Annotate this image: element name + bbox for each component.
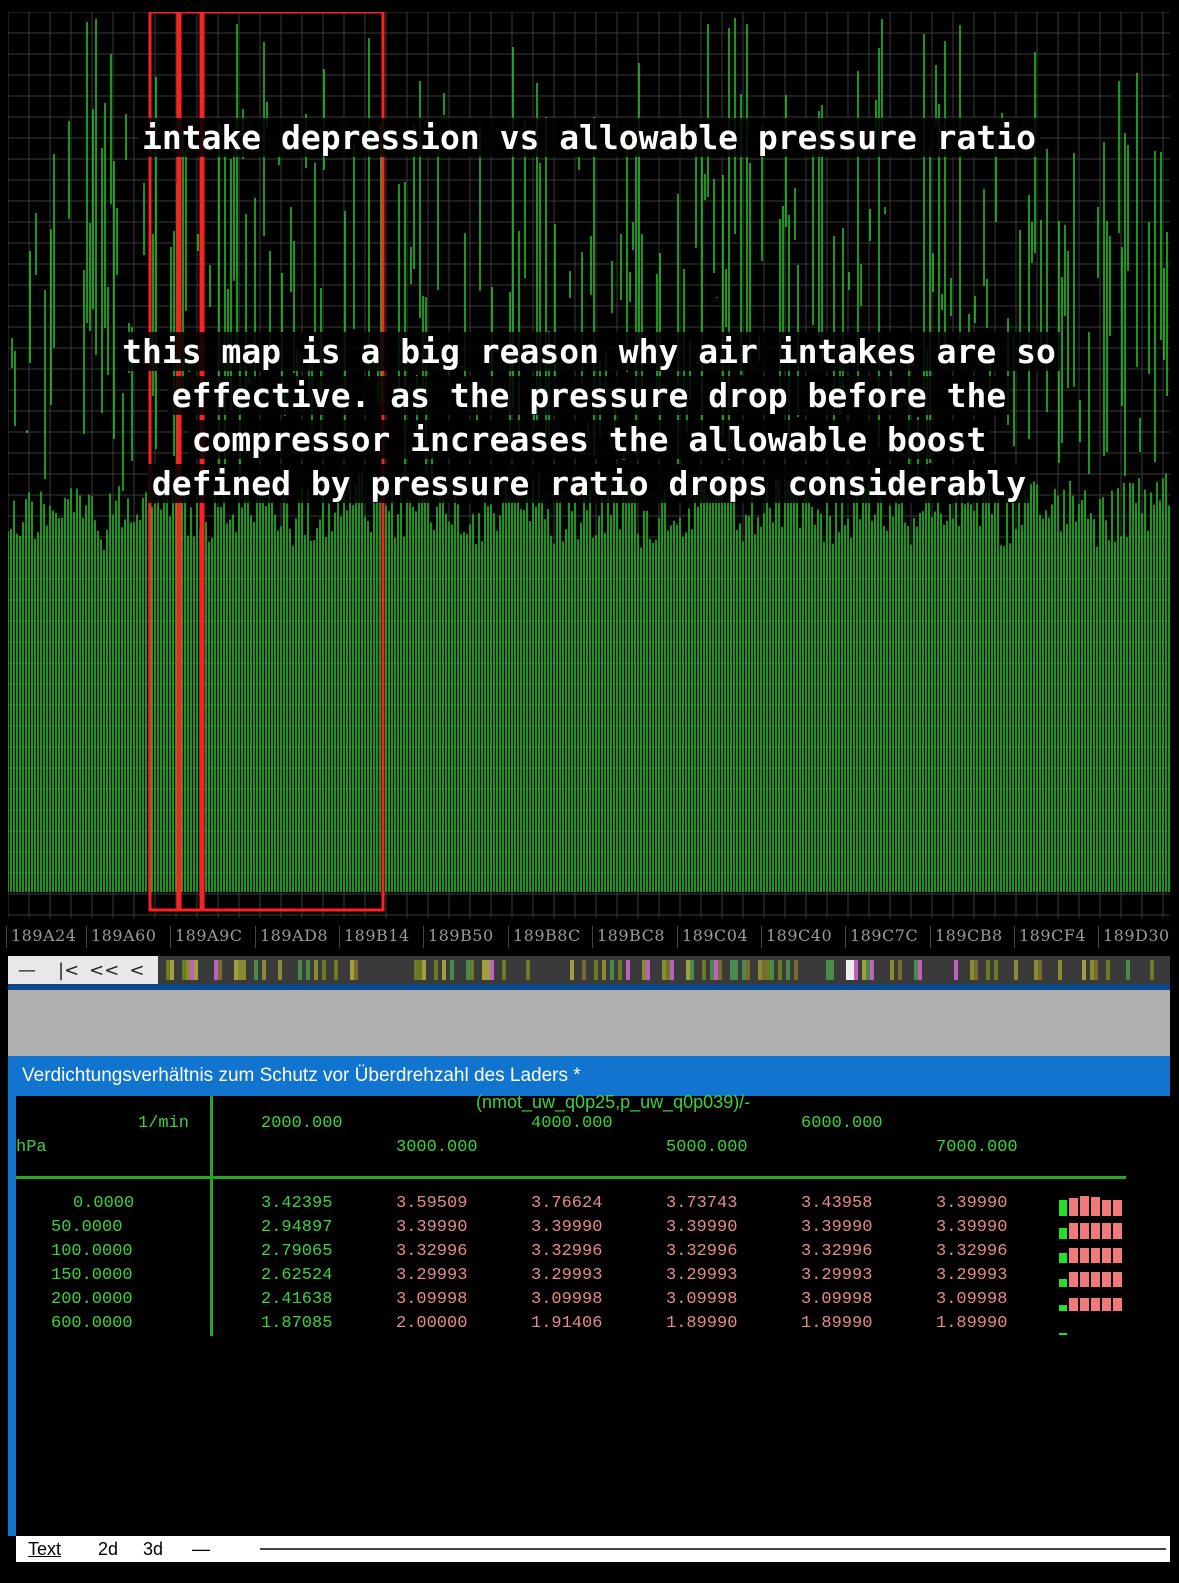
map-cell[interactable]: 2.62524: [261, 1266, 332, 1285]
nav-buttons: — |< << <: [8, 956, 158, 984]
row-axis-value: 50.0000: [51, 1218, 123, 1237]
row-axis-value: 600.0000: [51, 1314, 133, 1333]
address-label: 189A60: [86, 926, 156, 948]
row-axis-value: 0.0000: [73, 1194, 135, 1213]
address-ruler: 189A24 189A60 189A9C 189AD8 189B14 189B5…: [0, 918, 1179, 950]
address-label: 189CB8: [930, 926, 1003, 948]
x-axis-label: 7000.000: [936, 1138, 1018, 1157]
x-axis-label: 3000.000: [396, 1138, 478, 1157]
map-cell[interactable]: 3.39990: [936, 1218, 1007, 1237]
map-cell[interactable]: 3.43958: [801, 1194, 872, 1213]
map-table: (nmot_uw_q0p25,p_uw_q0p039)/- 1/min hPa …: [8, 1092, 1170, 1536]
map-cell[interactable]: 3.09998: [666, 1290, 737, 1309]
address-label: 189C7C: [845, 926, 918, 948]
address-label: 189C40: [761, 926, 832, 948]
map-cell[interactable]: 3.29993: [531, 1266, 602, 1285]
address-label: 189A24: [6, 926, 76, 948]
tab-2d[interactable]: 2d: [98, 1539, 118, 1560]
row-indicator: [1059, 1244, 1124, 1263]
address-label: 189D30: [1098, 926, 1170, 948]
map-cell[interactable]: 3.39990: [801, 1218, 872, 1237]
map-cell[interactable]: 3.29993: [666, 1266, 737, 1285]
map-cell[interactable]: 1.89990: [666, 1314, 737, 1333]
x-axis-label: 4000.000: [531, 1114, 613, 1133]
map-cell[interactable]: 3.39990: [531, 1218, 602, 1237]
map-cell[interactable]: 3.73743: [666, 1194, 737, 1213]
x-axis-label: 5000.000: [666, 1138, 748, 1157]
map-cell[interactable]: 3.32996: [801, 1242, 872, 1261]
map-title: Verdichtungsverhältnis zum Schutz vor Üb…: [22, 1065, 581, 1086]
row-indicator: [1059, 1220, 1124, 1239]
address-label: 189BC8: [592, 926, 665, 948]
tab-text[interactable]: Text: [28, 1539, 61, 1560]
tab-3d[interactable]: 3d: [143, 1539, 163, 1560]
address-label: 189C04: [677, 926, 748, 948]
map-cell[interactable]: 1.87085: [261, 1314, 332, 1333]
rewind-button[interactable]: <<: [89, 960, 119, 981]
view-tabs: Text 2d 3d —: [16, 1536, 1170, 1562]
map-cell[interactable]: 3.32996: [936, 1242, 1007, 1261]
row-axis-value: 200.0000: [51, 1290, 133, 1309]
map-cell[interactable]: 3.39990: [396, 1218, 467, 1237]
map-title-bar: Verdichtungsverhältnis zum Schutz vor Üb…: [8, 1056, 1170, 1096]
map-cell[interactable]: 3.39990: [666, 1218, 737, 1237]
address-label: 189AD8: [255, 926, 328, 948]
map-cell[interactable]: 3.76624: [531, 1194, 602, 1213]
empty-panel: [8, 990, 1170, 1056]
address-label: 189B8C: [508, 926, 581, 948]
row-indicator: [1059, 1292, 1124, 1311]
map-cell[interactable]: 3.32996: [666, 1242, 737, 1261]
address-label: 189B14: [339, 926, 410, 948]
map-cell[interactable]: 3.42395: [261, 1194, 332, 1213]
map-cell[interactable]: 3.09998: [936, 1290, 1007, 1309]
map-cell[interactable]: 1.91406: [531, 1314, 602, 1333]
map-cell[interactable]: 1.89990: [936, 1314, 1007, 1333]
map-cell[interactable]: 2.41638: [261, 1290, 332, 1309]
overview-minimap[interactable]: [158, 960, 1170, 980]
row-axis-value: 100.0000: [51, 1242, 133, 1261]
map-cell[interactable]: 2.94897: [261, 1218, 332, 1237]
first-page-button[interactable]: |<: [58, 960, 79, 981]
map-cell[interactable]: 3.32996: [531, 1242, 602, 1261]
map-cell[interactable]: 3.59509: [396, 1194, 467, 1213]
map-cell[interactable]: 3.39990: [936, 1194, 1007, 1213]
address-label: 189A9C: [170, 926, 243, 948]
overlay-title: intake depression vs allowable pressure …: [8, 116, 1170, 160]
map-cell[interactable]: 3.29993: [801, 1266, 872, 1285]
tab-menu[interactable]: —: [192, 1539, 210, 1560]
row-indicator: [1059, 1196, 1124, 1216]
map-cell[interactable]: 3.09998: [396, 1290, 467, 1309]
map-cell[interactable]: 3.32996: [396, 1242, 467, 1261]
axis-divider-vertical: [210, 1096, 213, 1336]
map-cell[interactable]: 2.00000: [396, 1314, 467, 1333]
collapse-button[interactable]: —: [18, 960, 36, 981]
previous-button[interactable]: <: [129, 960, 144, 981]
x-axis-label: 6000.000: [801, 1114, 883, 1133]
map-cell[interactable]: 2.79065: [261, 1242, 332, 1261]
overlay-note: this map is a big reason why air intakes…: [8, 330, 1170, 506]
navigation-strip: — |< << <: [8, 956, 1170, 984]
x-axis-label: 2000.000: [261, 1114, 343, 1133]
hex-graph-view[interactable]: intake depression vs allowable pressure …: [8, 12, 1170, 918]
axis-formula: (nmot_uw_q0p25,p_uw_q0p039)/-: [476, 1092, 751, 1112]
map-cell[interactable]: 3.29993: [396, 1266, 467, 1285]
address-label: 189CF4: [1014, 926, 1086, 948]
row-indicator: [1059, 1316, 1124, 1335]
map-cell[interactable]: 1.89990: [801, 1314, 872, 1333]
x-unit: 1/min: [138, 1114, 190, 1133]
address-label: 189B50: [423, 926, 494, 948]
map-cell[interactable]: 3.09998: [531, 1290, 602, 1309]
tab-divider: [260, 1548, 1166, 1550]
row-axis-value: 150.0000: [51, 1266, 133, 1285]
axis-divider-horizontal: [16, 1176, 1126, 1179]
y-unit: hPa: [16, 1138, 47, 1157]
minimap-cursor[interactable]: [846, 960, 854, 980]
map-cell[interactable]: 3.29993: [936, 1266, 1007, 1285]
map-cell[interactable]: 3.09998: [801, 1290, 872, 1309]
row-indicator: [1059, 1268, 1124, 1287]
